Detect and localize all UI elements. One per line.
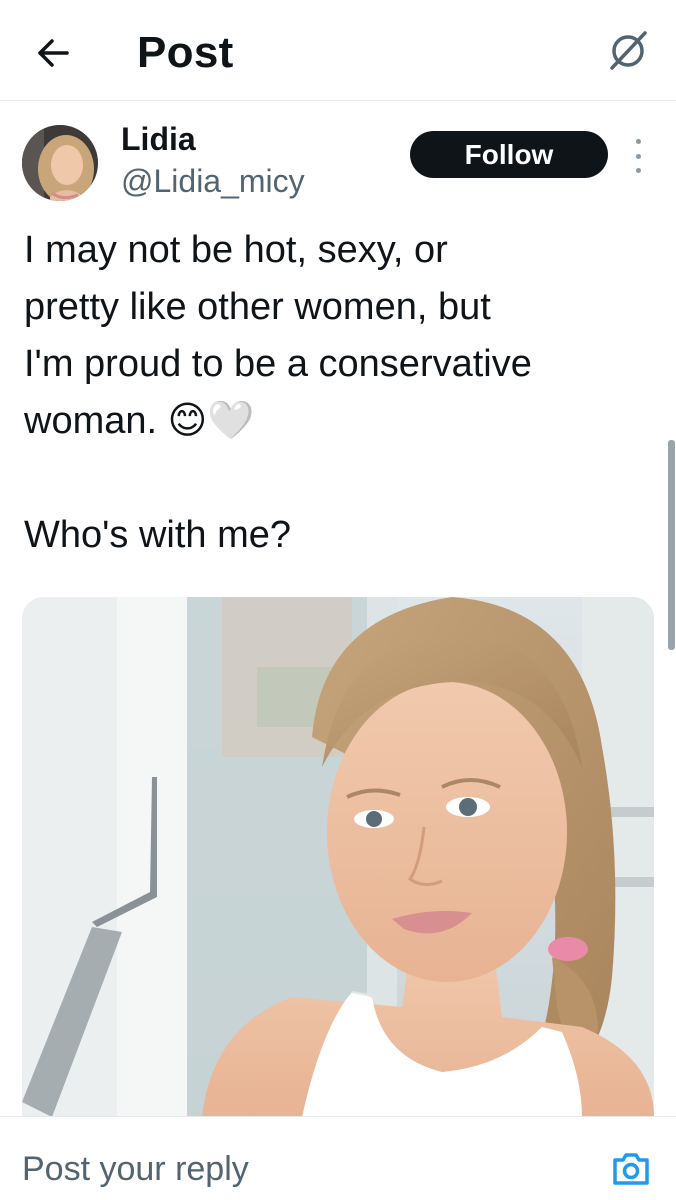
follow-button[interactable]: Follow: [410, 131, 608, 178]
reply-bar: [0, 1116, 676, 1200]
selfie-photo: [22, 597, 654, 1117]
page-title: Post: [137, 28, 234, 77]
post-image[interactable]: [22, 597, 654, 1117]
avatar-photo: [22, 125, 98, 201]
reply-input[interactable]: [22, 1147, 582, 1191]
arrow-left-icon: [38, 39, 69, 67]
author-handle[interactable]: @Lidia_micy: [121, 161, 305, 201]
post-author: Lidia @Lidia_micy Follow: [0, 101, 676, 211]
camera-icon: [613, 1153, 649, 1185]
top-bar: Post: [0, 0, 676, 101]
grok-button[interactable]: [604, 26, 652, 74]
more-options-button[interactable]: [626, 139, 650, 173]
scrollbar[interactable]: [668, 440, 675, 650]
author-name[interactable]: Lidia: [121, 119, 196, 159]
post-text: I may not be hot, sexy, or pretty like o…: [24, 229, 532, 556]
camera-button[interactable]: [609, 1147, 653, 1191]
back-button[interactable]: [28, 28, 78, 78]
avatar[interactable]: [22, 125, 98, 201]
slashed-circle-icon: [610, 31, 647, 70]
vertical-ellipsis-icon: [635, 139, 641, 144]
